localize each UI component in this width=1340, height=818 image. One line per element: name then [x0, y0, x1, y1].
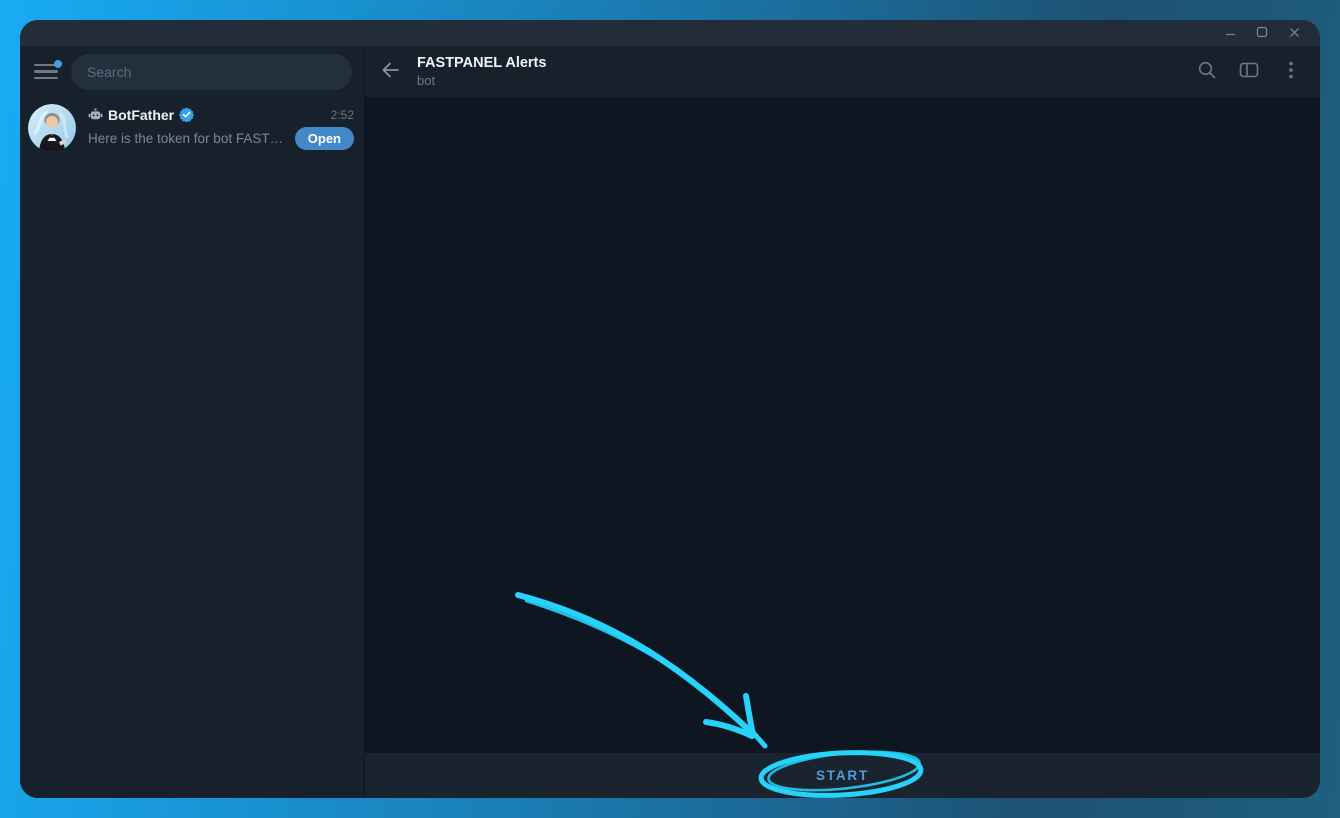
- search-input[interactable]: [71, 54, 352, 90]
- chat-time: 2:52: [331, 108, 354, 122]
- minimize-button[interactable]: [1214, 20, 1246, 46]
- robot-icon: [88, 107, 103, 122]
- more-vertical-icon: [1280, 59, 1302, 84]
- chat-body-empty: [365, 97, 1320, 753]
- close-button[interactable]: [1278, 20, 1310, 46]
- chat-list: BotFather 2:52 Here is the token for bot…: [20, 97, 364, 798]
- sidebar-toggle-icon: [1238, 59, 1260, 84]
- open-bot-button[interactable]: Open: [295, 127, 354, 150]
- chat-search-button[interactable]: [1190, 55, 1224, 89]
- unread-dot-badge: [54, 60, 62, 68]
- chat-header-actions: [1190, 55, 1308, 89]
- chat-item-body: BotFather 2:52 Here is the token for bot…: [88, 107, 354, 150]
- main-menu-button[interactable]: [34, 64, 58, 80]
- chat-header: FASTPANEL Alerts bot: [365, 46, 1320, 97]
- verified-badge-icon: [179, 107, 194, 122]
- toggle-right-sidebar-button[interactable]: [1232, 55, 1266, 89]
- chat-title: FASTPANEL Alerts: [417, 55, 546, 71]
- start-bot-label: START: [816, 768, 869, 783]
- maximize-button[interactable]: [1246, 20, 1278, 46]
- maximize-icon: [1256, 26, 1268, 41]
- chat-list-item-botfather[interactable]: BotFather 2:52 Here is the token for bot…: [20, 97, 364, 159]
- telegram-window: BotFather 2:52 Here is the token for bot…: [20, 20, 1320, 798]
- window-main: BotFather 2:52 Here is the token for bot…: [20, 46, 1320, 798]
- back-button[interactable]: [379, 58, 403, 85]
- more-menu-button[interactable]: [1274, 55, 1308, 89]
- botfather-avatar: [28, 104, 76, 152]
- chat-subtitle: bot: [417, 73, 546, 88]
- chat-message-preview: Here is the token for bot FASTPA...: [88, 131, 287, 146]
- chat-name: BotFather: [108, 107, 174, 123]
- sidebar: BotFather 2:52 Here is the token for bot…: [20, 46, 365, 798]
- chat-pane: FASTPANEL Alerts bot: [365, 46, 1320, 798]
- arrow-left-icon: [379, 58, 403, 85]
- minimize-icon: [1225, 26, 1236, 41]
- start-bot-button[interactable]: START: [365, 753, 1320, 798]
- window-titlebar: [20, 20, 1320, 46]
- chat-item-preview-row: Here is the token for bot FASTPA... Open: [88, 127, 354, 150]
- close-icon: [1289, 26, 1300, 41]
- sidebar-top: [20, 46, 364, 97]
- chat-item-title-row: BotFather 2:52: [88, 107, 354, 123]
- search-icon: [1196, 59, 1218, 84]
- chat-header-titles: FASTPANEL Alerts bot: [417, 55, 546, 88]
